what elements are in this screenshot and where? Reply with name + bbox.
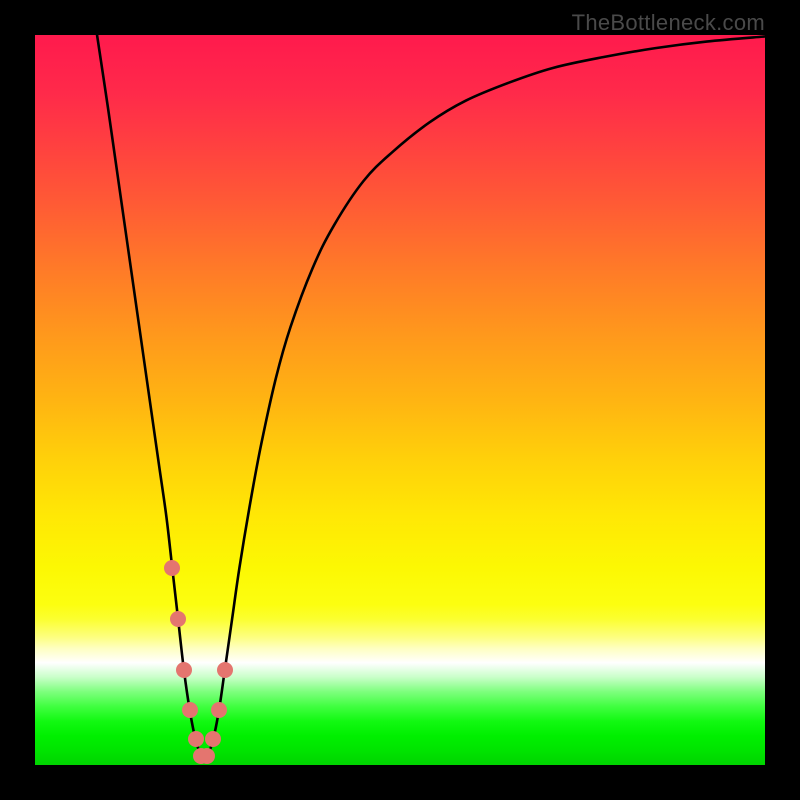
highlight-point [164, 560, 180, 576]
highlight-point [211, 702, 227, 718]
highlight-point [199, 748, 215, 764]
highlight-point [170, 611, 186, 627]
highlight-point [193, 748, 209, 764]
watermark-label: TheBottleneck.com [572, 10, 765, 36]
chart-frame: TheBottleneck.com [0, 0, 800, 800]
plot-area [35, 35, 765, 765]
highlight-point [176, 662, 192, 678]
highlight-point [217, 662, 233, 678]
highlight-point [182, 702, 198, 718]
highlight-point [205, 731, 221, 747]
bottleneck-curve [35, 35, 765, 765]
highlight-point [188, 731, 204, 747]
